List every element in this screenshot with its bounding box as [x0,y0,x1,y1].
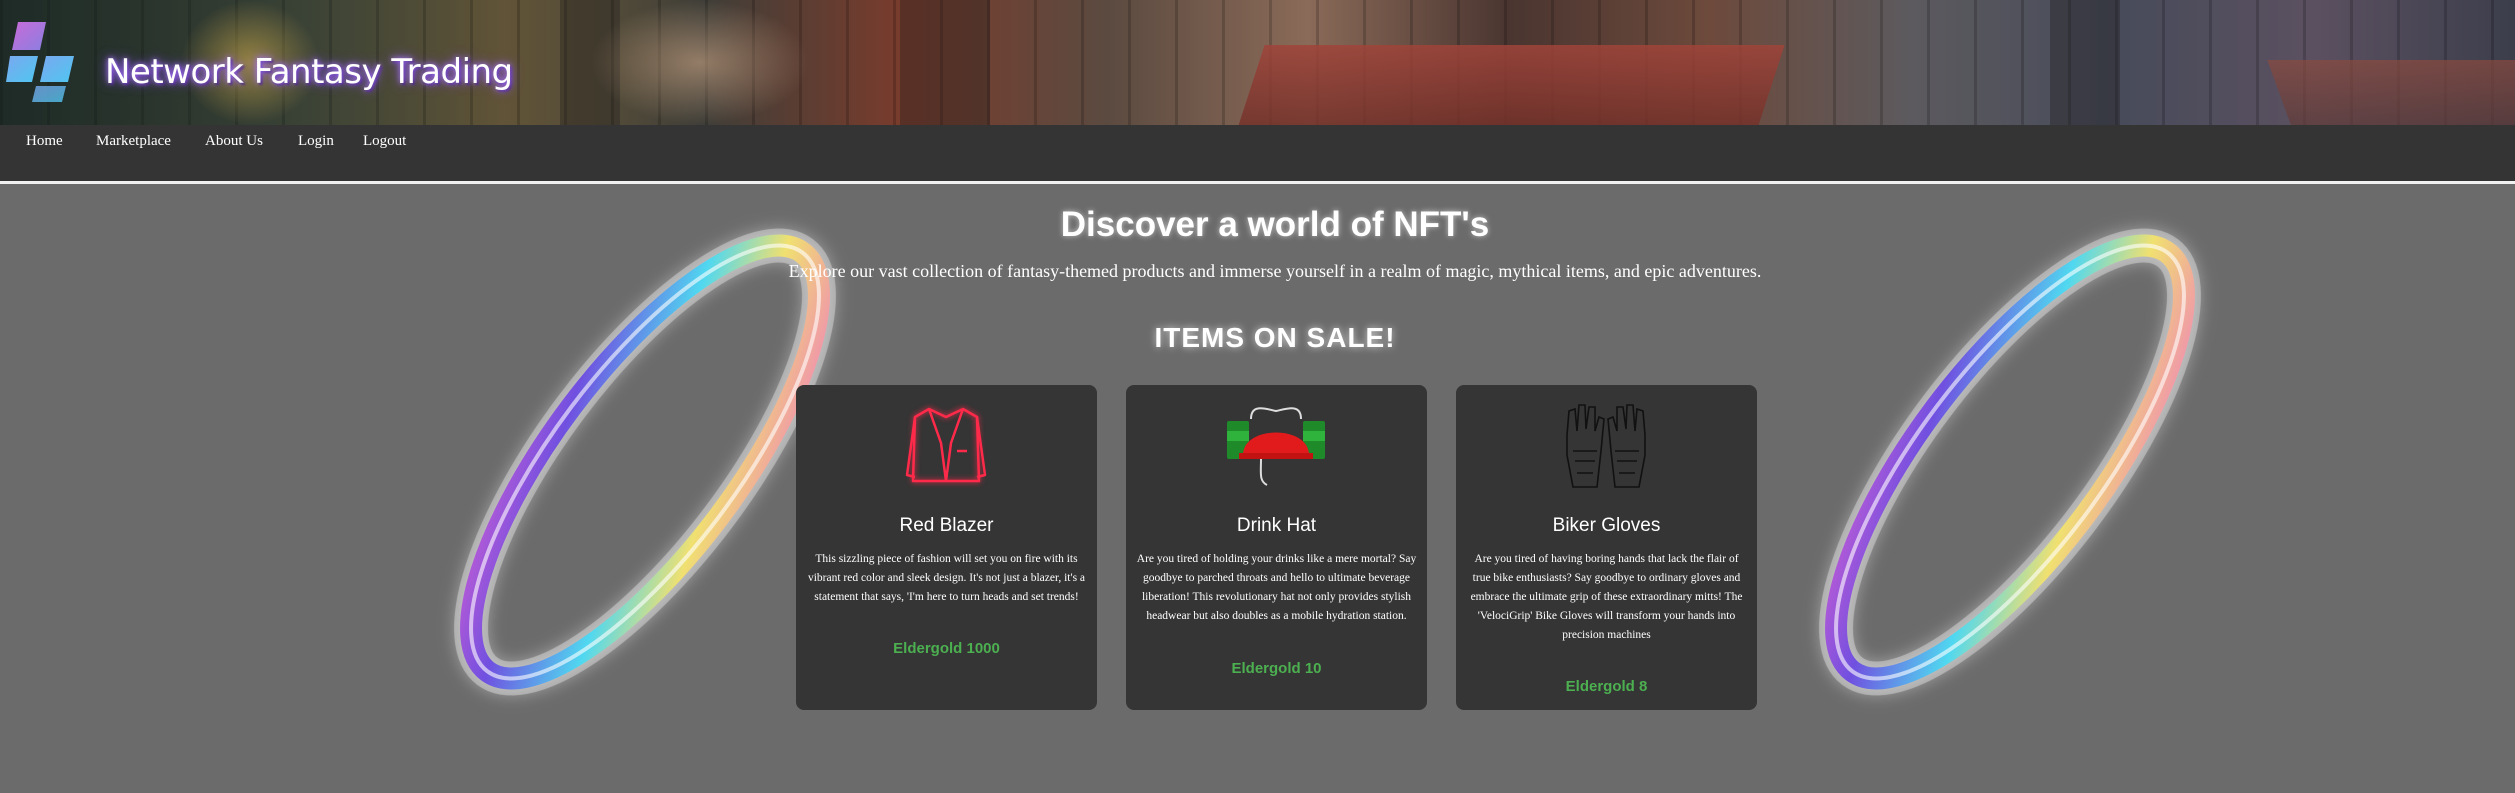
items-on-sale-heading: ITEMS ON SALE! [1154,322,1396,353]
hero-headline: Discover a world of NFT's [1060,205,1490,244]
site-title[interactable]: Network Fantasy Trading [105,52,513,92]
product-name: Red Blazer [899,515,994,536]
banner-decoration [900,0,990,125]
nav-about-us[interactable]: About Us [205,133,263,150]
nav-marketplace[interactable]: Marketplace [96,133,171,150]
drink-hat-icon [1227,407,1325,486]
hero-subheadline: Explore our vast collection of fantasy-t… [788,261,1762,281]
banner-decoration [2050,0,2120,125]
product-price: Eldergold 8 [1565,678,1648,695]
nav-home[interactable]: Home [26,133,63,150]
nav-logout[interactable]: Logout [363,133,406,150]
main-nav: Home Marketplace About Us Login Logout [0,125,2515,184]
product-price: Eldergold 1000 [893,640,1000,657]
product-description: Are you tired of holding your drinks lik… [1136,553,1417,622]
header-banner: Network Fantasy Trading [0,0,2515,125]
banner-decoration [590,0,810,125]
biker-gloves-icon [1566,404,1646,488]
product-description: This sizzling piece of fashion will set … [807,553,1086,603]
stacked-squares-logo-icon[interactable] [6,20,76,102]
product-card-drink-hat[interactable]: Drink Hat Are you tired of holding your … [1126,385,1427,710]
nav-login[interactable]: Login [298,133,334,150]
product-name: Drink Hat [1236,515,1317,536]
neon-blazer-icon [905,407,987,483]
product-card-red-blazer[interactable]: Red Blazer This sizzling piece of fashio… [796,385,1097,710]
product-description: Are you tired of having boring hands tha… [1470,553,1743,641]
product-name: Biker Gloves [1552,515,1661,536]
product-price: Eldergold 10 [1231,660,1322,677]
banner-decoration [1235,45,1785,125]
banner-decoration [2267,60,2515,125]
product-card-biker-gloves[interactable]: Biker Gloves Are you tired of having bor… [1456,385,1757,710]
